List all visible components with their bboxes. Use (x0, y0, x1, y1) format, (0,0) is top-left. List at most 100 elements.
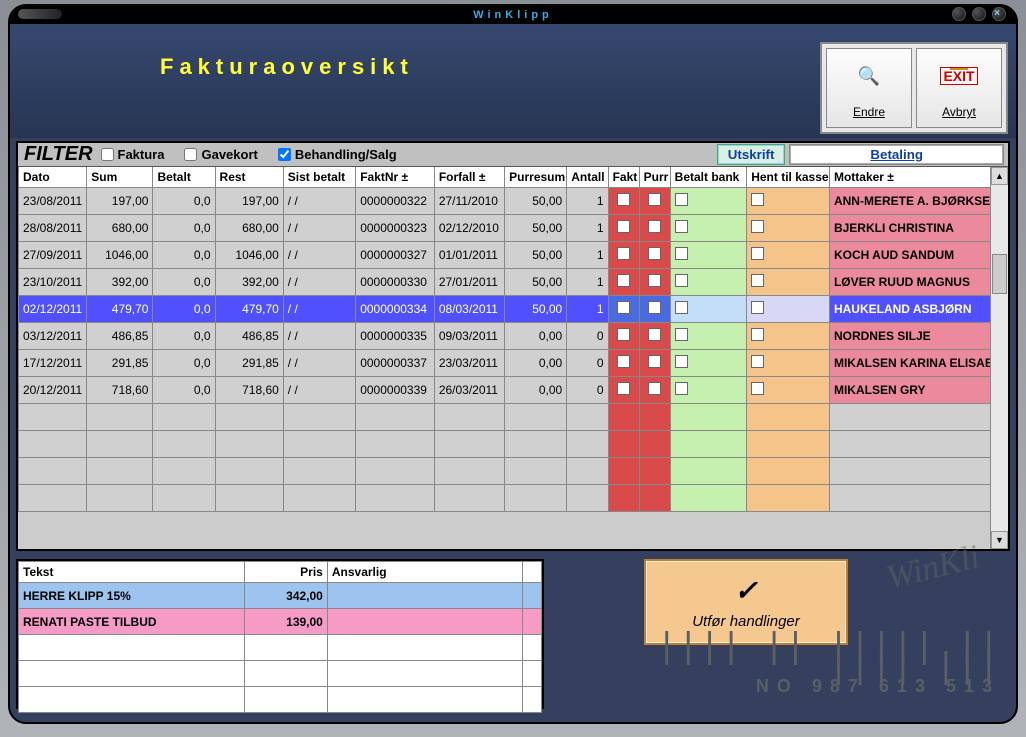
col-hent[interactable]: Hent til kasse (747, 167, 830, 188)
col-forfall[interactable]: Forfall ± (434, 167, 504, 188)
scroll-up-icon[interactable]: ▲ (991, 167, 1008, 185)
cell-fakt[interactable] (608, 215, 639, 242)
cell-sum: 479,70 (87, 296, 153, 323)
table-row[interactable]: 28/08/2011680,000,0680,00/ /000000032302… (19, 215, 1008, 242)
detail-row[interactable]: RENATI PASTE TILBUD139,00 (19, 609, 542, 635)
col-bank[interactable]: Betalt bank (670, 167, 747, 188)
col-fakt[interactable]: Fakt (608, 167, 639, 188)
detail-row[interactable]: HERRE KLIPP 15%342,00 (19, 583, 542, 609)
cell-dato: 20/12/2011 (19, 377, 87, 404)
col-betalt[interactable]: Betalt (153, 167, 215, 188)
filter-gavekort-checkbox[interactable] (184, 148, 197, 161)
table-row[interactable]: 27/09/20111046,000,01046,00/ /0000000327… (19, 242, 1008, 269)
cell-fakt[interactable] (608, 269, 639, 296)
cell-hent[interactable] (747, 377, 830, 404)
cell-betalt: 0,0 (153, 296, 215, 323)
cell-fakt[interactable] (608, 350, 639, 377)
cell-hent[interactable] (747, 296, 830, 323)
detail-table: Tekst Pris Ansvarlig HERRE KLIPP 15%342,… (18, 561, 542, 713)
filter-behandling-checkbox[interactable] (278, 148, 291, 161)
cell-purr[interactable] (639, 377, 670, 404)
cell-purr[interactable] (639, 188, 670, 215)
cell-fakt[interactable] (608, 242, 639, 269)
col-rest[interactable]: Rest (215, 167, 283, 188)
cell-hent[interactable] (747, 269, 830, 296)
cell-fakt[interactable] (608, 188, 639, 215)
cell-sist: / / (283, 323, 355, 350)
filter-faktura-checkbox[interactable] (101, 148, 114, 161)
cell-betalt: 0,0 (153, 269, 215, 296)
cell-purr[interactable] (639, 323, 670, 350)
cell-faktnr: 0000000327 (356, 242, 435, 269)
cell-bank[interactable] (670, 269, 747, 296)
dcol-ansvarlig[interactable]: Ansvarlig (327, 562, 523, 583)
cell-rest: 479,70 (215, 296, 283, 323)
close-button[interactable]: × (992, 7, 1006, 21)
endre-button[interactable]: 🔍 Endre (826, 48, 912, 128)
table-row[interactable]: 02/12/2011479,700,0479,70/ /000000033408… (19, 296, 1008, 323)
cell-dato: 02/12/2011 (19, 296, 87, 323)
cell-faktnr: 0000000330 (356, 269, 435, 296)
cell-bank[interactable] (670, 188, 747, 215)
filter-behandling[interactable]: Behandling/Salg (278, 147, 397, 162)
cell-bank[interactable] (670, 377, 747, 404)
maximize-button[interactable] (972, 7, 986, 21)
table-row[interactable]: 03/12/2011486,850,0486,85/ /000000033509… (19, 323, 1008, 350)
table-row[interactable]: 17/12/2011291,850,0291,85/ /000000033723… (19, 350, 1008, 377)
cell-sum: 197,00 (87, 188, 153, 215)
cell-hent[interactable] (747, 188, 830, 215)
scroll-thumb[interactable] (992, 254, 1007, 294)
check-icon: ✓ (734, 574, 757, 607)
cell-fakt[interactable] (608, 323, 639, 350)
col-sistbetalt[interactable]: Sist betalt (283, 167, 355, 188)
cell-bank[interactable] (670, 215, 747, 242)
scroll-track[interactable] (991, 185, 1008, 531)
barcode-text: NO 987 613 513 (550, 676, 1000, 697)
col-purr[interactable]: Purr (639, 167, 670, 188)
grid-scroll: Dato Sum Betalt Rest Sist betalt FaktNr … (18, 167, 1008, 549)
avbryt-button[interactable]: EXIT Avbryt (916, 48, 1002, 128)
cell-purr[interactable] (639, 242, 670, 269)
cell-antall: 1 (567, 215, 608, 242)
cell-rest: 718,60 (215, 377, 283, 404)
table-row[interactable]: 23/08/2011197,000,0197,00/ /000000032227… (19, 188, 1008, 215)
col-faktnr[interactable]: FaktNr ± (356, 167, 435, 188)
cell-hent[interactable] (747, 323, 830, 350)
cell-bank[interactable] (670, 323, 747, 350)
minimize-button[interactable] (952, 7, 966, 21)
col-purresum[interactable]: Purresum (505, 167, 567, 188)
filter-faktura[interactable]: Faktura (101, 147, 165, 162)
dcol-tekst[interactable]: Tekst (19, 562, 245, 583)
header: Fakturaoversikt 🔍 Endre EXIT Avbryt (10, 24, 1016, 138)
cell-bank[interactable] (670, 296, 747, 323)
cell-mottaker: HAUKELAND ASBJØRN (829, 296, 1007, 323)
table-row[interactable]: 23/10/2011392,000,0392,00/ /000000033027… (19, 269, 1008, 296)
cell-fakt[interactable] (608, 296, 639, 323)
cell-mottaker: LØVER RUUD MAGNUS (829, 269, 1007, 296)
cell-hent[interactable] (747, 350, 830, 377)
col-antall[interactable]: Antall (567, 167, 608, 188)
cell-bank[interactable] (670, 242, 747, 269)
betaling-button[interactable]: Betaling (789, 144, 1004, 165)
cell-fakt[interactable] (608, 377, 639, 404)
cell-forfall: 27/11/2010 (434, 188, 504, 215)
utskrift-button[interactable]: Utskrift (717, 144, 786, 165)
col-mottaker[interactable]: Mottaker ± (829, 167, 1007, 188)
col-sum[interactable]: Sum (87, 167, 153, 188)
cell-mottaker: KOCH AUD SANDUM (829, 242, 1007, 269)
cell-purr[interactable] (639, 269, 670, 296)
cell-dato: 28/08/2011 (19, 215, 87, 242)
scroll-down-icon[interactable]: ▼ (991, 531, 1008, 549)
cell-hent[interactable] (747, 242, 830, 269)
cell-rest: 486,85 (215, 323, 283, 350)
grid-scrollbar[interactable]: ▲ ▼ (990, 167, 1008, 549)
dcol-pris[interactable]: Pris (245, 562, 327, 583)
col-dato[interactable]: Dato (19, 167, 87, 188)
cell-purr[interactable] (639, 350, 670, 377)
cell-bank[interactable] (670, 350, 747, 377)
cell-hent[interactable] (747, 215, 830, 242)
cell-purr[interactable] (639, 296, 670, 323)
filter-gavekort[interactable]: Gavekort (184, 147, 257, 162)
table-row[interactable]: 20/12/2011718,600,0718,60/ /000000033926… (19, 377, 1008, 404)
cell-purr[interactable] (639, 215, 670, 242)
